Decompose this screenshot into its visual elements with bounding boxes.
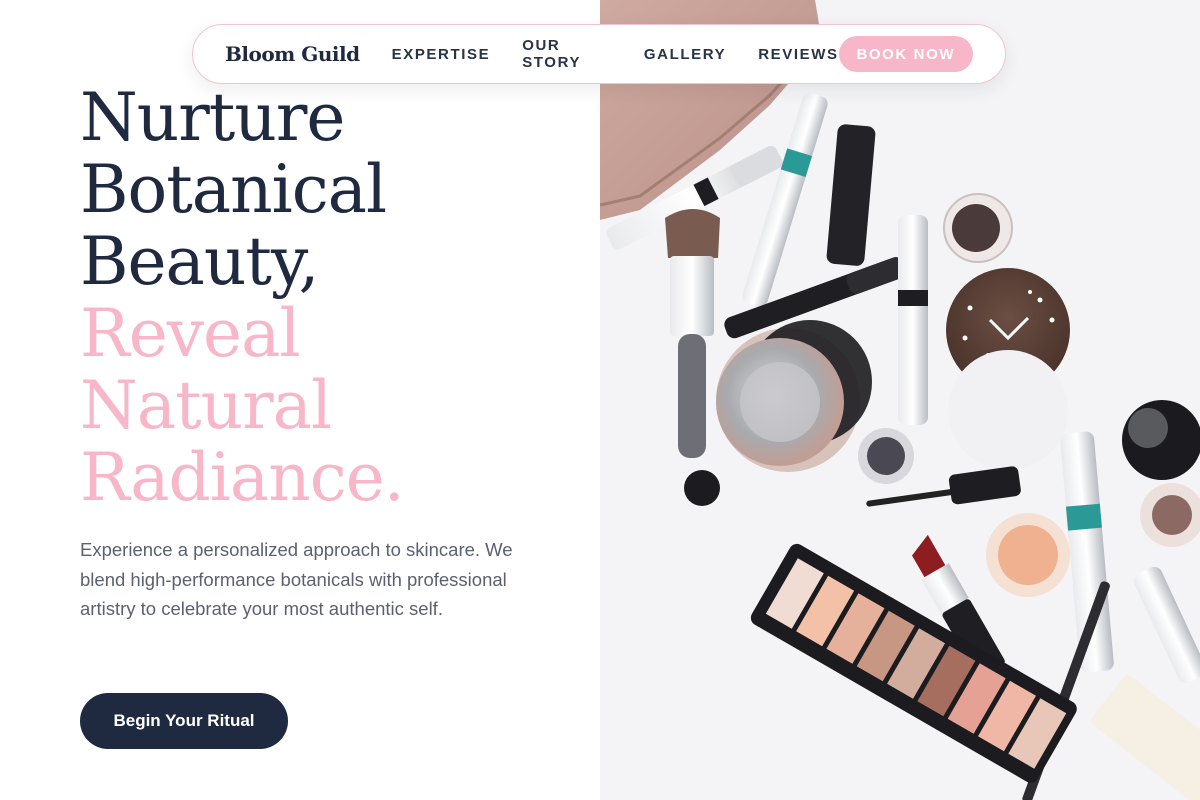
concealer-tube	[1133, 566, 1200, 684]
loose-pigment-pot	[943, 193, 1013, 263]
black-liner	[826, 124, 876, 266]
foundation-tube	[1091, 675, 1200, 800]
brow-gel-tube	[742, 92, 828, 308]
small-cap	[684, 470, 720, 506]
headline-line-4: Reveal	[80, 295, 301, 372]
brand-logo[interactable]: Bloom Guild	[225, 42, 360, 66]
loose-powder	[948, 350, 1068, 470]
nav-link-gallery[interactable]: GALLERY	[644, 46, 726, 63]
nav-links: EXPERTISE OUR STORY GALLERY REVIEWS	[392, 37, 839, 71]
top-navigation: Bloom Guild EXPERTISE OUR STORY GALLERY …	[192, 24, 1006, 84]
nav-link-expertise[interactable]: EXPERTISE	[392, 46, 491, 63]
hero-headline: Nurture Botanical Beauty, Reveal Natural…	[80, 79, 405, 516]
headline-line-6: Radiance.	[80, 439, 405, 516]
mascara-tube-2	[898, 215, 928, 425]
hero-photo	[600, 0, 1200, 800]
compact-mirror	[716, 320, 872, 472]
nav-link-our-story[interactable]: OUR STORY	[522, 37, 612, 71]
book-now-button[interactable]: BOOK NOW	[838, 36, 973, 72]
hero-description: Experience a personalized approach to sk…	[80, 539, 513, 619]
begin-ritual-button[interactable]: Begin Your Ritual	[80, 693, 288, 749]
headline-line-1: Nurture	[80, 79, 345, 156]
nav-link-reviews[interactable]: REVIEWS	[758, 46, 838, 63]
makeup-flatlay-illustration	[600, 0, 1200, 800]
headline-line-2: Botanical	[80, 151, 387, 228]
headline-line-3: Beauty,	[80, 223, 319, 300]
makeup-brush	[665, 209, 720, 458]
headline-line-5: Natural	[80, 367, 332, 444]
